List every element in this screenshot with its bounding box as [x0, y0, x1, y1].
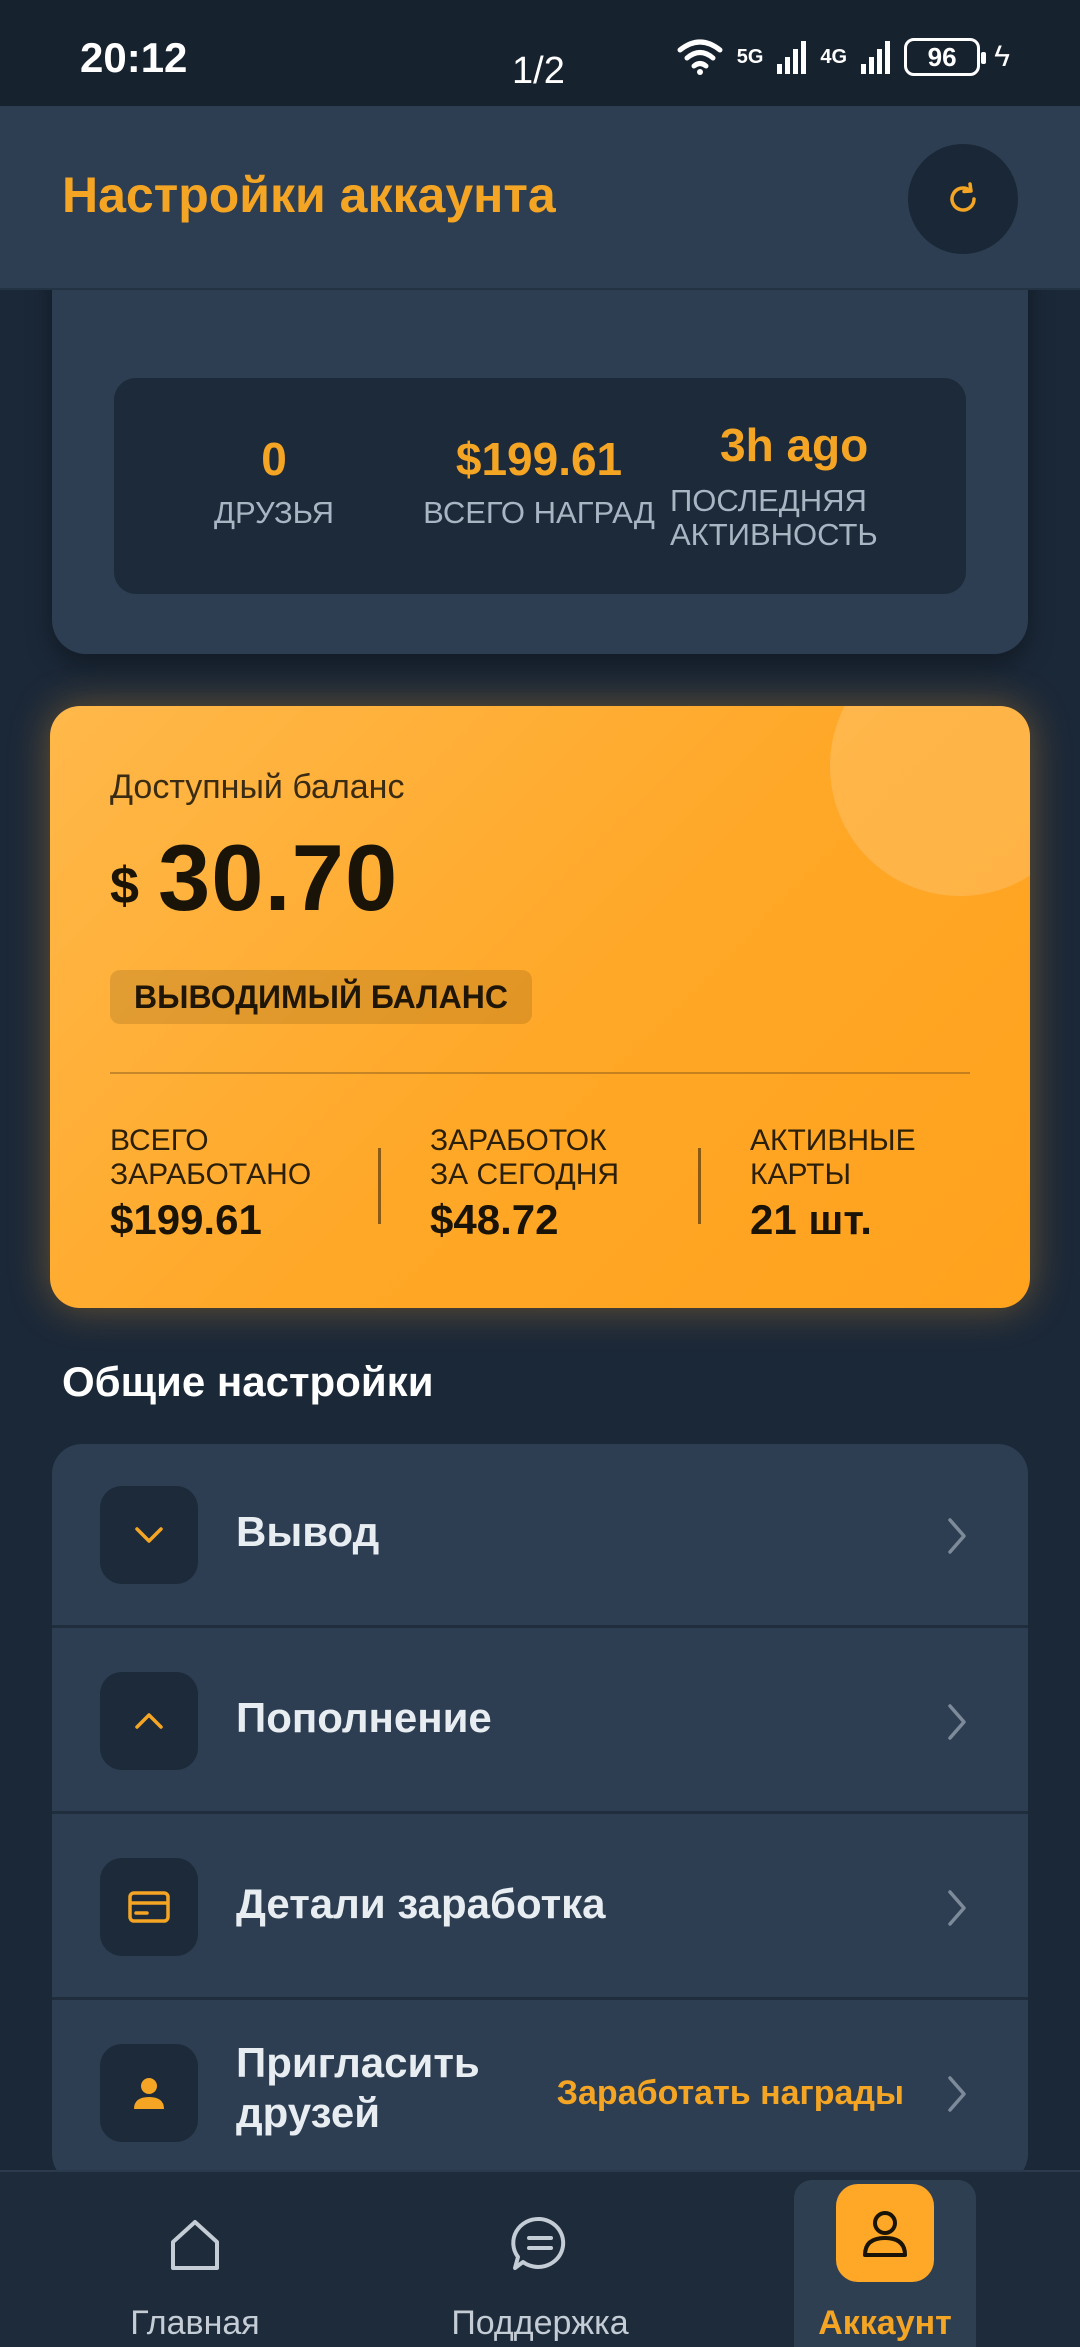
page-indicator: 1/2	[512, 50, 565, 92]
menu-label: Детали заработка	[236, 1880, 606, 1927]
status-bar: 20:12 1/2 5G 4G 96 ϟ	[0, 0, 1080, 106]
refresh-button[interactable]	[908, 144, 1018, 254]
stat-friends: 0 ДРУЗЬЯ	[174, 378, 374, 594]
status-time: 20:12	[80, 34, 188, 81]
nav-icon-wrap	[145, 2194, 245, 2294]
nav-account[interactable]: Аккаунт	[794, 2172, 976, 2347]
withdrawable-badge: ВЫВОДИМЫЙ БАЛАНС	[110, 970, 532, 1024]
signal-icon	[777, 40, 807, 74]
stat-total-rewards: $199.61 ВСЕГО НАГРАД	[414, 378, 664, 594]
balance-currency: $	[110, 857, 139, 915]
user-icon	[134, 2078, 164, 2109]
chevron-down-icon	[135, 1527, 163, 1543]
menu-label: Вывод	[236, 1508, 380, 1555]
balance-stat-today: ЗАРАБОТОК ЗА СЕГОДНЯ $48.72	[430, 1124, 690, 1244]
chevron-right-icon	[948, 2076, 966, 2112]
balance-amount: 30.70	[158, 825, 399, 930]
chevron-right-icon	[948, 1704, 966, 1740]
wifi-icon	[677, 39, 723, 75]
stat-label: ВСЕГО НАГРАД	[423, 495, 655, 530]
balance-stat-value: 21 шт.	[750, 1196, 872, 1243]
network-5g-label: 5G	[736, 45, 764, 68]
home-icon	[171, 2220, 219, 2270]
nav-label: Поддержка	[451, 2304, 629, 2342]
menu-label: Пополнение	[236, 1694, 492, 1741]
network-4g-label: 4G	[820, 45, 848, 68]
menu-icon-box	[100, 2044, 198, 2142]
page-title: Настройки аккаунта	[62, 167, 556, 223]
stat-separator	[378, 1148, 381, 1224]
nav-label: Аккаунт	[818, 2304, 952, 2342]
signal-icon-2	[861, 40, 891, 74]
menu-item-earnings[interactable]: Детали заработка	[52, 1816, 1028, 2000]
divider	[110, 1072, 970, 1074]
settings-menu: Вывод Пополнение Детали заработка Пригла…	[52, 1444, 1028, 2184]
nav-support[interactable]: Поддержка	[430, 2172, 650, 2347]
balance-stat-label: АКТИВНЫЕ КАРТЫ	[750, 1124, 916, 1191]
menu-item-invite[interactable]: Пригласить друзей Заработать награды	[52, 2002, 1028, 2184]
stat-last-activity: 3h ago ПОСЛЕДНЯЯ АКТИВНОСТЬ	[670, 378, 910, 594]
balance-stat-label: ВСЕГО ЗАРАБОТАНО	[110, 1124, 312, 1191]
battery-level: 96	[927, 41, 957, 72]
profile-stats: 0 ДРУЗЬЯ $199.61 ВСЕГО НАГРАД 3h ago ПОС…	[114, 378, 966, 594]
card-icon	[128, 1891, 170, 1923]
menu-item-withdraw[interactable]: Вывод	[52, 1444, 1028, 1628]
balance-stat-value: $199.61	[110, 1196, 262, 1243]
balance-stat-cards: АКТИВНЫЕ КАРТЫ 21 шт.	[750, 1124, 1010, 1244]
battery-icon: 96	[904, 38, 987, 76]
balance-card: Доступный баланс $ 30.70 ВЫВОДИМЫЙ БАЛАН…	[50, 706, 1030, 1308]
bottom-nav: Главная Поддержка Аккаунт	[0, 2170, 1080, 2347]
stat-label: ПОСЛЕДНЯЯ АКТИВНОСТЬ	[670, 483, 878, 552]
menu-icon-box	[100, 1486, 198, 1584]
refresh-icon	[950, 182, 976, 212]
stat-label: ДРУЗЬЯ	[213, 495, 335, 530]
chevron-right-icon	[948, 1890, 966, 1926]
app-header: Настройки аккаунта	[0, 106, 1080, 290]
menu-icon-box	[100, 1672, 198, 1770]
nav-label: Главная	[130, 2304, 260, 2342]
stat-value: 3h ago	[720, 419, 869, 471]
stat-value: $199.61	[455, 433, 623, 485]
menu-icon-box	[100, 1858, 198, 1956]
stat-value: 0	[261, 433, 287, 485]
earn-rewards-link[interactable]: Заработать награды	[557, 2074, 904, 2113]
menu-label: Пригласить друзей	[236, 2039, 480, 2136]
status-icons: 5G 4G 96 ϟ	[677, 34, 1010, 80]
decorative-circle	[830, 706, 1030, 896]
charging-icon: ϟ	[994, 40, 1010, 73]
chevron-right-icon	[948, 1518, 966, 1554]
nav-home[interactable]: Главная	[95, 2172, 295, 2347]
balance-stat-total: ВСЕГО ЗАРАБОТАНО $199.61	[110, 1124, 370, 1244]
balance-stat-label: ЗАРАБОТОК ЗА СЕГОДНЯ	[430, 1124, 620, 1191]
badge-label: ВЫВОДИМЫЙ БАЛАНС	[134, 978, 508, 1015]
menu-item-deposit[interactable]: Пополнение	[52, 1630, 1028, 1814]
chat-icon	[511, 2216, 566, 2270]
chevron-up-icon	[135, 1713, 163, 1729]
stat-separator	[698, 1148, 701, 1224]
section-title: Общие настройки	[62, 1358, 434, 1405]
balance-stat-value: $48.72	[430, 1196, 559, 1243]
balance-label: Доступный баланс	[110, 768, 405, 806]
nav-icon-wrap	[490, 2194, 590, 2294]
